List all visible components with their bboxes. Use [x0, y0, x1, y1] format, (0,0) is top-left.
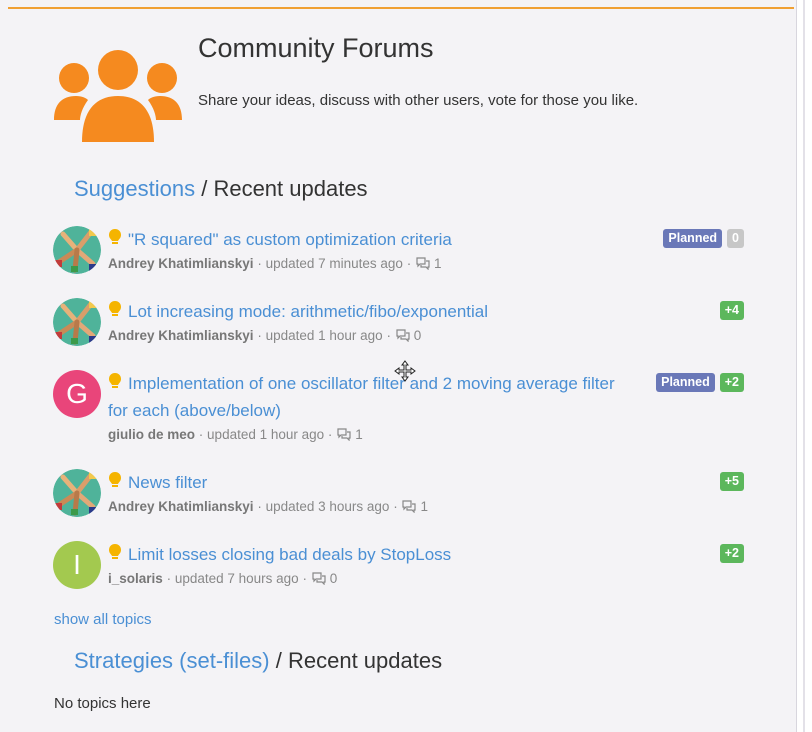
- topic-title-link[interactable]: News filter: [108, 469, 628, 496]
- topic-title: Lot increasing mode: arithmetic/fibo/exp…: [128, 302, 489, 321]
- author-name[interactable]: Andrey Khatimlianskyi: [108, 499, 254, 514]
- comment-count: 0: [329, 571, 338, 586]
- updated-time: updated 3 hours ago: [265, 499, 390, 514]
- separator: ·: [386, 328, 391, 343]
- comments-icon: [396, 329, 410, 342]
- topic-row: Lot increasing mode: arithmetic/fibo/exp…: [53, 298, 748, 348]
- topic-meta: Andrey Khatimlianskyi · updated 7 minute…: [108, 256, 441, 271]
- lightbulb-icon: [109, 229, 121, 244]
- updated-time: updated 7 hours ago: [174, 571, 299, 586]
- topic-title-link[interactable]: Lot increasing mode: arithmetic/fibo/exp…: [108, 298, 628, 325]
- comments-icon: [402, 500, 417, 513]
- author-name[interactable]: Andrey Khatimlianskyi: [108, 328, 254, 343]
- strategies-heading: Strategies (set-files) / Recent updates: [74, 648, 442, 674]
- separator: ·: [257, 328, 262, 343]
- topic-row: "R squared" as custom optimization crite…: [53, 226, 748, 276]
- topic-meta: i_solaris · updated 7 hours ago · 0: [108, 571, 337, 586]
- page-description: Share your ideas, discuss with other use…: [198, 92, 639, 109]
- show-all-topics-link[interactable]: show all topics: [54, 611, 152, 628]
- author-name[interactable]: Andrey Khatimlianskyi: [108, 256, 254, 271]
- separator: ·: [406, 256, 412, 271]
- comment-count: 1: [433, 256, 442, 271]
- topic-badges: +2: [719, 544, 744, 563]
- author-name[interactable]: giulio de meo: [108, 427, 195, 442]
- separator: ·: [327, 427, 333, 442]
- separator: ·: [257, 256, 262, 271]
- topic-title: Implementation of one oscillator filter …: [108, 374, 615, 420]
- lightbulb-icon: [109, 301, 121, 316]
- topic-badges: Planned 0: [663, 229, 744, 248]
- page-title: Community Forums: [198, 33, 434, 63]
- heading-suffix: / Recent updates: [275, 648, 443, 673]
- vote-count-badge: +4: [719, 301, 744, 320]
- lightbulb-icon: [109, 544, 121, 559]
- users-group-icon: [54, 50, 182, 142]
- updated-time: updated 1 hour ago: [265, 328, 383, 343]
- strategies-link[interactable]: Strategies (set-files): [74, 648, 270, 673]
- topic-badges: Planned +2: [656, 373, 744, 392]
- topic-meta: giulio de meo · updated 1 hour ago · 1: [108, 427, 363, 442]
- vote-count-badge: +5: [719, 472, 744, 491]
- comment-count: 1: [355, 427, 363, 442]
- updated-time: updated 1 hour ago: [207, 427, 325, 442]
- updated-time: updated 7 minutes ago: [265, 256, 403, 271]
- topic-meta: Andrey Khatimlianskyi · updated 1 hour a…: [108, 328, 421, 343]
- empty-state-text: No topics here: [54, 695, 151, 712]
- author-name[interactable]: i_solaris: [108, 571, 163, 586]
- topic-title-link[interactable]: "R squared" as custom optimization crite…: [108, 226, 628, 253]
- topic-title-link[interactable]: Limit losses closing bad deals by StopLo…: [108, 541, 628, 568]
- comments-icon: [337, 428, 351, 441]
- lightbulb-icon: [109, 373, 121, 388]
- topic-badges: +4: [719, 301, 744, 320]
- move-cursor-icon: [394, 360, 416, 382]
- heading-suffix: / Recent updates: [201, 176, 368, 201]
- separator: ·: [302, 571, 307, 586]
- comments-icon: [416, 257, 430, 270]
- avatar[interactable]: I: [53, 541, 101, 589]
- avatar[interactable]: [53, 469, 101, 517]
- topic-row: News filter Andrey Khatimlianskyi · upda…: [53, 469, 748, 519]
- vote-count-badge: +2: [719, 544, 744, 563]
- status-badge: Planned: [656, 373, 715, 392]
- topic-meta: Andrey Khatimlianskyi · updated 3 hours …: [108, 499, 428, 514]
- topic-badges: +5: [719, 472, 744, 491]
- scrollbar-thumb[interactable]: [803, 0, 805, 732]
- separator: ·: [166, 571, 172, 586]
- comment-count: 0: [413, 328, 422, 343]
- topic-row: I Limit losses closing bad deals by Stop…: [53, 541, 748, 591]
- topic-title: "R squared" as custom optimization crite…: [128, 230, 452, 249]
- comments-icon: [312, 572, 326, 585]
- suggestions-link[interactable]: Suggestions: [74, 176, 195, 201]
- vote-count-badge: 0: [727, 229, 744, 248]
- suggestions-heading: Suggestions / Recent updates: [74, 176, 368, 202]
- avatar[interactable]: [53, 298, 101, 346]
- avatar[interactable]: [53, 226, 101, 274]
- comment-count: 1: [420, 499, 428, 514]
- scrollbar-track[interactable]: [796, 0, 812, 732]
- separator: ·: [198, 427, 204, 442]
- vote-count-badge: +2: [719, 373, 744, 392]
- topic-title: Limit losses closing bad deals by StopLo…: [128, 545, 452, 564]
- status-badge: Planned: [663, 229, 723, 248]
- separator: ·: [393, 499, 398, 514]
- lightbulb-icon: [109, 472, 121, 487]
- forum-page: Community Forums Share your ideas, discu…: [0, 0, 796, 732]
- avatar[interactable]: G: [53, 370, 101, 418]
- topic-title-link[interactable]: Implementation of one oscillator filter …: [108, 370, 628, 424]
- separator: ·: [257, 499, 262, 514]
- topic-title: News filter: [128, 473, 208, 492]
- top-divider: [8, 7, 794, 9]
